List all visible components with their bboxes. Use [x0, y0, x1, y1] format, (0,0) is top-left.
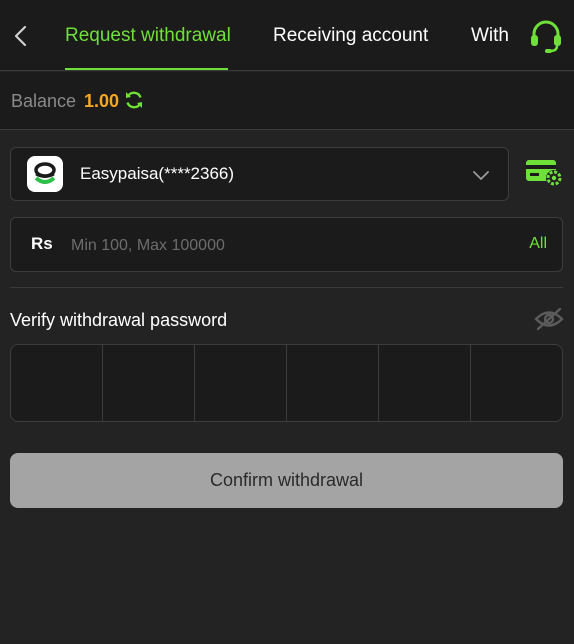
- withdraw-all-button[interactable]: All: [529, 235, 547, 253]
- eye-off-icon: [534, 307, 564, 331]
- header: Request withdrawal Receiving account Wit…: [0, 0, 574, 71]
- refresh-icon: [126, 91, 142, 109]
- divider: [10, 287, 563, 288]
- headset-icon: [531, 20, 561, 53]
- toggle-password-visibility-button[interactable]: [534, 306, 564, 332]
- currency-symbol: Rs: [31, 234, 53, 253]
- tab-withdrawal-records[interactable]: With: [471, 0, 509, 70]
- manage-accounts-button[interactable]: [524, 156, 564, 188]
- password-digit-3[interactable]: [195, 345, 287, 421]
- card-settings-icon: [526, 160, 562, 186]
- customer-support-button[interactable]: [528, 18, 564, 54]
- chevron-left-icon: [14, 25, 27, 47]
- password-digit-1[interactable]: [11, 345, 103, 421]
- password-digit-6[interactable]: [471, 345, 562, 421]
- amount-field: Rs All: [10, 217, 563, 272]
- tab-bar: Request withdrawal Receiving account Wit…: [48, 0, 514, 70]
- password-digit-2[interactable]: [103, 345, 195, 421]
- account-name: Easypaisa(****2366): [80, 164, 235, 183]
- balance-value: 1.00: [84, 91, 120, 111]
- amount-input[interactable]: [69, 230, 493, 262]
- password-digit-4[interactable]: [287, 345, 379, 421]
- password-digit-5[interactable]: [379, 345, 471, 421]
- withdrawal-account-select[interactable]: Easypaisa(****2366): [10, 147, 509, 201]
- tab-request-withdrawal[interactable]: Request withdrawal: [65, 0, 231, 70]
- refresh-balance-button[interactable]: [124, 90, 144, 110]
- back-button[interactable]: [8, 20, 32, 52]
- balance-label: Balance: [11, 91, 77, 111]
- tab-receiving-account[interactable]: Receiving account: [273, 0, 428, 70]
- balance-row: Balance 1.00: [0, 72, 574, 130]
- password-label: Verify withdrawal password: [10, 310, 228, 330]
- chevron-down-icon: [473, 171, 489, 180]
- active-tab-indicator: [65, 68, 228, 70]
- withdrawal-screen: Request withdrawal Receiving account Wit…: [0, 0, 574, 644]
- password-input-group: [10, 344, 563, 422]
- easypaisa-logo: [27, 156, 63, 192]
- confirm-withdrawal-button[interactable]: Confirm withdrawal: [10, 453, 563, 508]
